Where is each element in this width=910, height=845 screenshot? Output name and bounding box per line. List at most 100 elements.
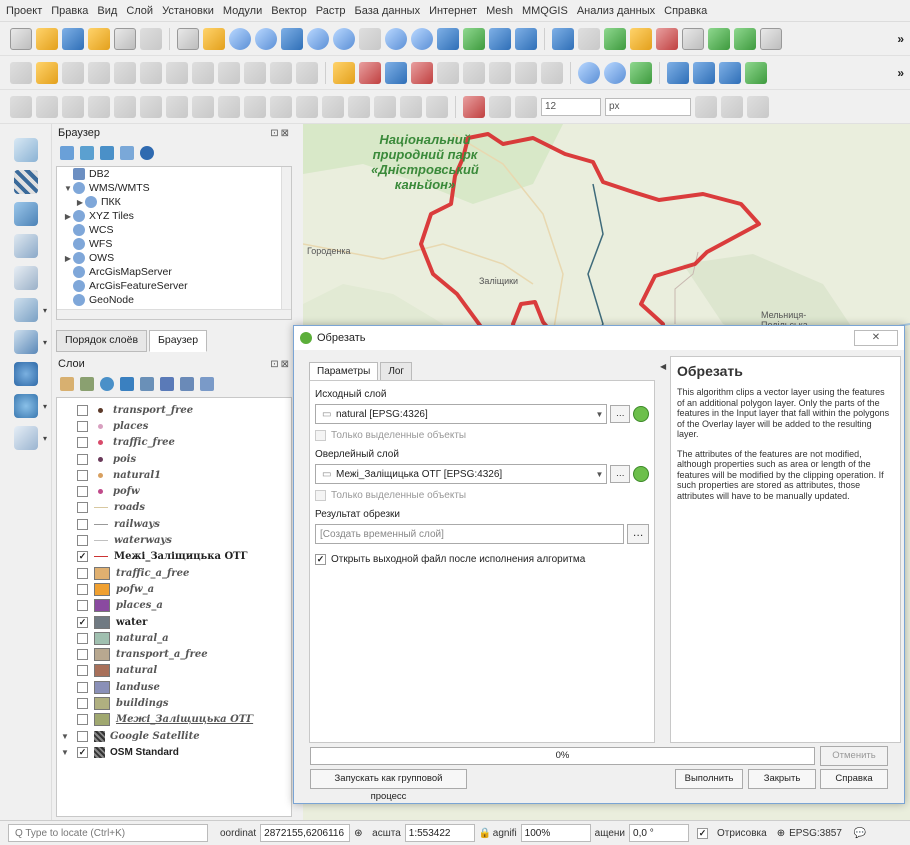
move-label-icon[interactable] (437, 61, 459, 84)
select-by-value-icon[interactable] (630, 27, 652, 50)
coordinate-input[interactable]: 2872155,6206116 (260, 824, 351, 842)
toolbox-gear-icon[interactable] (734, 27, 756, 50)
input-layer-select[interactable]: ▭ natural [EPSG:4326] ▼ (315, 404, 608, 424)
cut-features-icon[interactable] (192, 61, 214, 84)
snapping-options-icon[interactable] (489, 95, 511, 118)
layer-item[interactable]: railways (57, 516, 291, 532)
layer-item[interactable]: traffic_free (57, 435, 291, 451)
reshape-icon[interactable] (88, 95, 110, 118)
layer-item[interactable]: pofw (57, 483, 291, 499)
render-checkbox[interactable]: ✓ (697, 827, 709, 839)
menu-item[interactable]: Справка (664, 5, 707, 17)
add-raster-layer-icon[interactable] (14, 170, 38, 194)
layer-item[interactable]: waterways (57, 532, 291, 548)
horizontal-scrollbar[interactable] (57, 309, 291, 319)
layer-visibility-checkbox[interactable]: ✓ (77, 746, 88, 758)
vertex-tool-icon[interactable] (114, 61, 136, 84)
toolbar-more-icon[interactable]: » (897, 66, 910, 80)
add-vector-layer-icon[interactable] (14, 138, 38, 162)
browser-tree-item[interactable]: DB2 (57, 167, 291, 181)
tab-log[interactable]: Лог (380, 362, 413, 381)
undo-icon[interactable] (270, 61, 292, 84)
add-postgis-icon[interactable]: ▾ (14, 330, 47, 354)
split-parts-icon[interactable] (400, 95, 422, 118)
crs-globe-icon[interactable]: ⊕ (777, 828, 785, 839)
snapping-magnet-icon[interactable] (463, 95, 485, 118)
menu-item[interactable]: Правка (51, 5, 88, 17)
layer-visibility-checkbox[interactable] (77, 437, 88, 449)
merge-features-icon[interactable] (62, 95, 84, 118)
collapse-all-icon[interactable] (180, 377, 194, 391)
layer-visibility-checkbox[interactable] (77, 649, 88, 661)
layer-visibility-checkbox[interactable] (77, 632, 88, 644)
layer-visibility-checkbox[interactable] (77, 453, 88, 465)
add-ring-icon[interactable] (166, 95, 188, 118)
menu-item[interactable]: Проект (6, 5, 42, 17)
menu-item[interactable]: Анализ данных (577, 5, 655, 17)
attribute-table-icon[interactable] (682, 27, 704, 50)
layer-visibility-checkbox[interactable] (77, 404, 88, 416)
close-button[interactable]: Закрыть (748, 769, 816, 789)
collapse-all-icon[interactable] (120, 146, 134, 160)
diagram-tool-icon[interactable] (541, 61, 563, 84)
map-themes-icon[interactable] (100, 377, 114, 391)
layer-visibility-checkbox[interactable] (77, 486, 88, 498)
layer-item[interactable]: places (57, 418, 291, 434)
geocoding-icon[interactable] (604, 61, 626, 84)
layer-visibility-checkbox[interactable] (77, 600, 88, 612)
layer-visibility-checkbox[interactable]: ✓ (77, 616, 88, 628)
html-export-icon[interactable] (745, 61, 767, 84)
snapping-tolerance-icon[interactable] (515, 95, 537, 118)
toggle-editing-icon[interactable] (36, 61, 58, 84)
add-part-icon[interactable] (192, 95, 214, 118)
zoom-out-icon[interactable] (255, 27, 277, 50)
quickmap-icon[interactable] (578, 61, 600, 84)
browser-tree-item[interactable]: GeoNode (57, 293, 291, 307)
layer-item[interactable]: places_a (57, 598, 291, 614)
delete-part-icon[interactable] (270, 95, 292, 118)
tracing-icon[interactable] (747, 95, 769, 118)
open-output-checkbox[interactable]: ✓ Открыть выходной файл после исполнения… (315, 554, 649, 565)
current-edits-icon[interactable] (10, 61, 32, 84)
pan-to-selection-icon[interactable] (203, 27, 225, 50)
layer-visibility-checkbox[interactable] (77, 420, 88, 432)
tab-parameters[interactable]: Параметры (309, 362, 379, 381)
layer-visibility-checkbox[interactable] (77, 730, 88, 742)
new-shapefile-icon[interactable]: ▾ (14, 426, 47, 450)
browser-tree-item[interactable]: ▼ WMS/WMTS (57, 181, 291, 195)
tab-layer-order[interactable]: Порядок слоёв (56, 330, 148, 352)
pin-labels-icon[interactable] (385, 61, 407, 84)
add-mesh-layer-icon[interactable] (14, 202, 38, 226)
layer-item[interactable]: Межі_Заліщицька ОТГ (57, 712, 291, 728)
zoom-full-icon[interactable] (281, 27, 303, 50)
label-properties-icon[interactable] (515, 61, 537, 84)
browser-tree-item[interactable]: ▶ XYZ Tiles (57, 209, 291, 223)
expand-arrow-icon[interactable]: ▶ (63, 212, 73, 221)
menu-item[interactable]: Вид (97, 5, 117, 17)
new-3d-view-icon[interactable] (463, 27, 485, 50)
layer-group[interactable]: ▼ Google Satellite (57, 728, 291, 744)
show-labels-icon[interactable] (411, 61, 433, 84)
help-button[interactable]: Справка (820, 769, 888, 789)
expand-arrow-icon[interactable]: ▶ (63, 254, 73, 263)
rotate-label-icon[interactable] (463, 61, 485, 84)
iterate-features-icon[interactable] (633, 406, 650, 422)
layer-item[interactable]: buildings (57, 695, 291, 711)
offset-curve-icon[interactable] (114, 95, 136, 118)
kml-tools-icon[interactable] (667, 61, 689, 84)
layer-visibility-checkbox[interactable] (77, 518, 88, 530)
snap-unit-select[interactable]: px (605, 97, 691, 116)
layer-item[interactable]: natural_a (57, 630, 291, 646)
expand-arrow-icon[interactable]: ▶ (75, 198, 85, 207)
layer-item[interactable]: transport_free (57, 402, 291, 418)
change-label-icon[interactable] (489, 61, 511, 84)
snap-tolerance-input[interactable]: 12 (541, 97, 601, 116)
actions-icon[interactable] (578, 27, 600, 50)
copy-features-icon[interactable] (218, 61, 240, 84)
menu-item[interactable]: MMQGIS (522, 5, 568, 17)
layer-item[interactable]: natural1 (57, 467, 291, 483)
browser-tree-item[interactable]: ▶ ПКК (57, 195, 291, 209)
layer-visibility-checkbox[interactable] (77, 714, 88, 726)
add-spatialite-icon[interactable]: ▾ (14, 298, 47, 322)
add-selected-layers-icon[interactable] (60, 146, 74, 160)
